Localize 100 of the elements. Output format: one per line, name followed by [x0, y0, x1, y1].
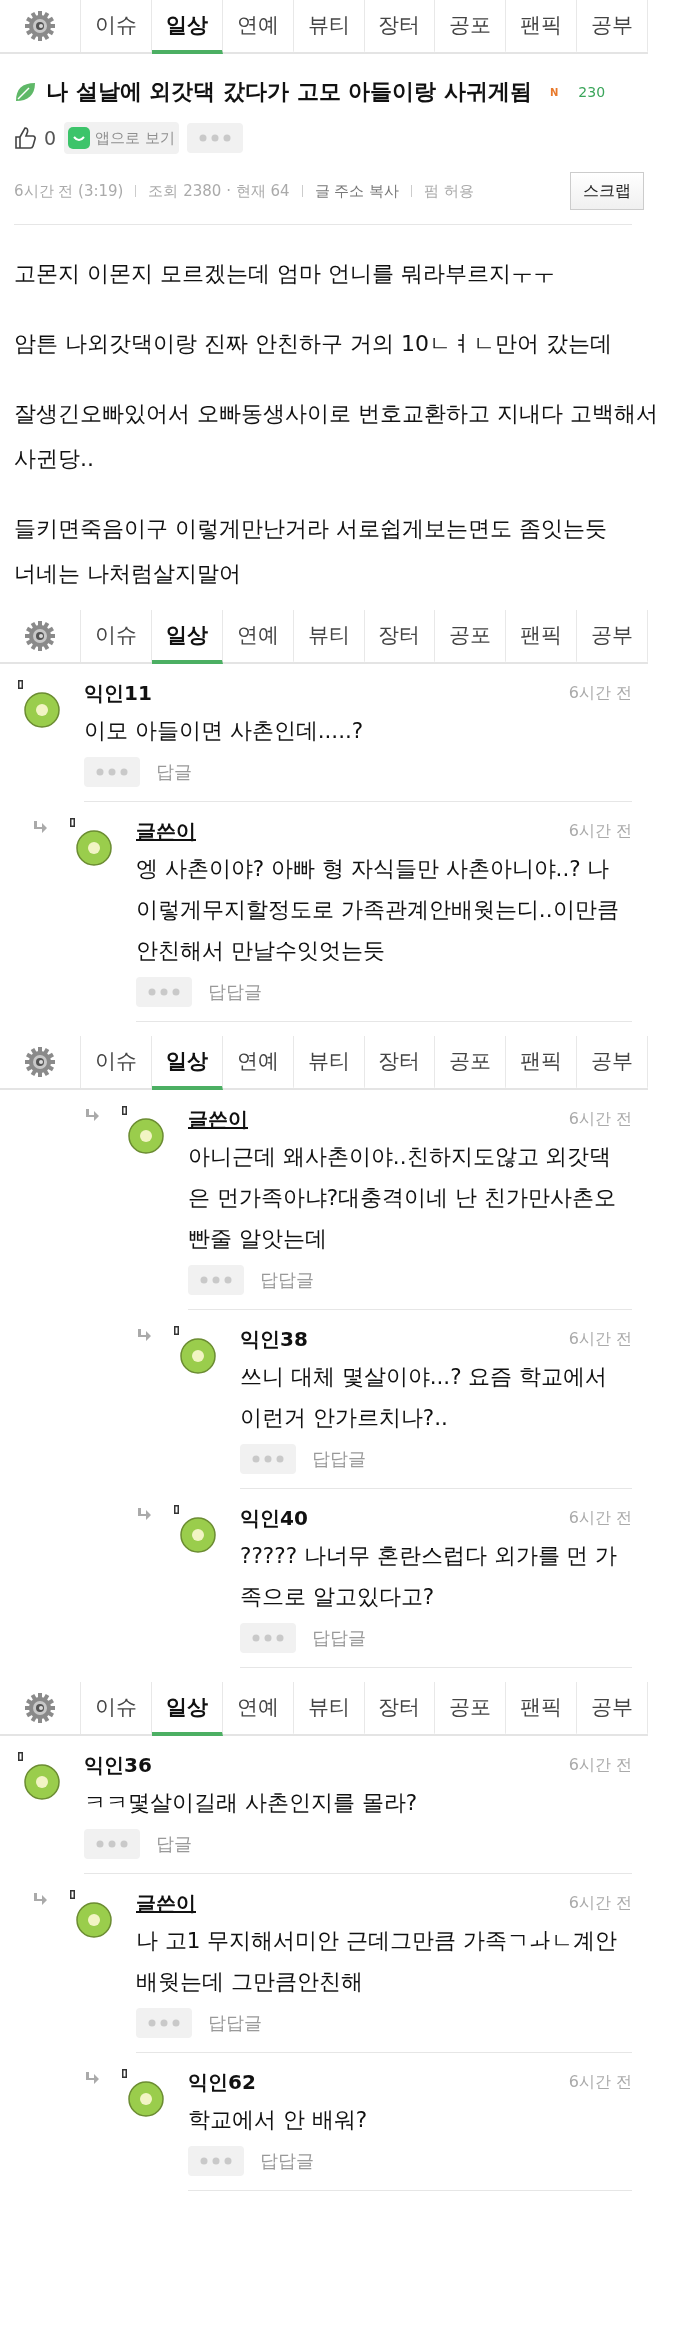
comment-text: 이모 아들이면 사촌인데.....? — [84, 717, 365, 745]
category-tab[interactable]: 팬픽 — [506, 1036, 578, 1090]
like-count: 0 — [44, 127, 57, 149]
category-tab[interactable]: 공포 — [435, 1682, 507, 1736]
category-tab[interactable]: 이슈 — [81, 0, 152, 54]
comment-time: 6시간 전 — [568, 1328, 632, 1350]
settings-icon[interactable] — [24, 1692, 56, 1724]
more-button[interactable] — [240, 1444, 296, 1474]
category-tab[interactable]: 일상 — [151, 1036, 223, 1090]
author-name: 글쓴이 — [136, 1889, 196, 1917]
author-name: 익인11 — [84, 679, 152, 707]
comment-time: 6시간 전 — [568, 1754, 632, 1776]
settings-icon[interactable] — [24, 1046, 56, 1078]
comment-text: 학교에서 안 배워? — [188, 2106, 369, 2134]
small-rectangle-icon — [18, 1752, 23, 1761]
category-tab[interactable]: 팬픽 — [506, 1682, 578, 1736]
category-tab[interactable]: 팬픽 — [506, 610, 578, 664]
body-text: 고몬지 이몬지 모르겠는데 엄마 언니를 뭐라부르지ㅜㅜ — [14, 260, 556, 288]
more-button[interactable] — [186, 123, 243, 153]
dots-icon — [197, 134, 232, 142]
dots-icon — [251, 1634, 285, 1642]
scrap-button[interactable]: 스크랩 — [570, 172, 644, 210]
author-name: 익인36 — [84, 1751, 152, 1779]
avatar-icon — [76, 1902, 112, 1938]
author-name: 익인62 — [188, 2068, 256, 2096]
category-tab[interactable]: 공포 — [435, 610, 507, 664]
small-rectangle-icon — [18, 680, 23, 689]
view-count: 조회 2380 · 현재 64 — [148, 181, 290, 201]
category-tab[interactable]: 장터 — [364, 610, 436, 664]
settings-icon[interactable] — [24, 620, 56, 652]
comment-time: 6시간 전 — [568, 2071, 632, 2093]
category-tab[interactable]: 장터 — [364, 1036, 436, 1090]
category-tab[interactable]: 공부 — [577, 0, 648, 54]
body-text: 너네는 나처럼살지말어 — [14, 560, 242, 588]
category-tab[interactable]: 이슈 — [81, 610, 152, 664]
comment-time: 6시간 전 — [568, 682, 632, 704]
category-tab[interactable]: 뷰티 — [293, 610, 365, 664]
category-tab[interactable]: 연예 — [222, 1682, 294, 1736]
post-time: 6시간 전 (3:19) — [14, 181, 124, 201]
avatar-icon — [128, 1118, 164, 1154]
more-button[interactable] — [188, 2146, 244, 2176]
comment-text: ????? 나너무 혼란스럽다 외가를 먼 가족으로 알고있다고? — [240, 1542, 619, 1611]
category-tab[interactable]: 일상 — [151, 610, 223, 664]
category-tab[interactable]: 공부 — [577, 610, 648, 664]
comment-text: 아니근데 왜사촌이야..친하지도않고 외갓댁은 먼가족아냐?대충격이네 난 친가만사촌오빤줄 알앗는데 — [188, 1143, 617, 1253]
avatar-icon — [24, 692, 60, 728]
body-text: 잘생긴오빠있어서 오빠동생사이로 번호교환하고 지내다 고백해서 사귄당.. — [14, 400, 659, 473]
post-title: 나 설날에 외갓댁 갔다가 고모 아들이랑 사귀게됨 — [46, 78, 532, 106]
category-tab[interactable]: 연예 — [222, 610, 294, 664]
small-rectangle-icon — [174, 1326, 179, 1335]
category-tab[interactable]: 팬픽 — [506, 0, 578, 54]
category-tab[interactable]: 뷰티 — [293, 1036, 365, 1090]
avatar-icon — [24, 1764, 60, 1800]
small-rectangle-icon — [122, 2069, 127, 2078]
category-tab[interactable]: 공포 — [435, 1036, 507, 1090]
comment-time: 6시간 전 — [568, 1108, 632, 1130]
comment-text: 나 고1 무지해서미안 근데그만큼 가족ㄱㅘㄴ계안배웟는데 그만큼안친해 — [136, 1927, 619, 1996]
category-tab[interactable]: 장터 — [364, 1682, 436, 1736]
more-button[interactable] — [136, 977, 192, 1007]
category-tab[interactable]: 연예 — [222, 1036, 294, 1090]
small-rectangle-icon — [70, 818, 75, 827]
settings-icon[interactable] — [24, 10, 56, 42]
category-tab[interactable]: 공부 — [577, 1682, 648, 1736]
avatar-icon — [180, 1338, 216, 1374]
dots-icon — [147, 2019, 181, 2027]
category-tab[interactable]: 연예 — [222, 0, 294, 54]
more-button[interactable] — [84, 1829, 140, 1859]
category-tab[interactable]: 뷰티 — [293, 1682, 365, 1736]
thumbs-up-icon[interactable] — [14, 126, 36, 150]
category-tab[interactable]: 뷰티 — [293, 0, 365, 54]
comment-count: 230 — [578, 84, 606, 100]
repost-permission: 펌 허용 — [424, 181, 474, 201]
reply-arrow-icon — [136, 1508, 152, 1522]
new-label: N — [549, 86, 559, 98]
reply-arrow-icon — [32, 1893, 48, 1907]
comment-text: 엥 사촌이야? 아빠 형 자식들만 사촌아니야..? 나 이렇게무지할정도로 가족관계안배웟는디..이만큼 안친해서 만날수잇엇는듯 — [136, 855, 620, 965]
category-tab[interactable]: 공부 — [577, 1036, 648, 1090]
category-tab[interactable]: 장터 — [364, 0, 436, 54]
category-tab[interactable]: 이슈 — [81, 1682, 152, 1736]
author-name: 글쓴이 — [188, 1105, 248, 1133]
author-name: 익인40 — [240, 1504, 308, 1532]
more-button[interactable] — [188, 1265, 244, 1295]
avatar-icon — [76, 830, 112, 866]
small-rectangle-icon — [70, 1890, 75, 1899]
reply-arrow-icon — [32, 821, 48, 835]
smile-icon — [68, 127, 91, 149]
dots-icon — [199, 1276, 233, 1284]
category-tab[interactable]: 이슈 — [81, 1036, 152, 1090]
category-tab[interactable]: 일상 — [151, 0, 223, 54]
category-tab[interactable]: 일상 — [151, 1682, 223, 1736]
body-text: 들키면죽음이구 이렇게만난거라 서로쉽게보는면도 좀잇는듯 — [14, 515, 608, 543]
more-button[interactable] — [240, 1623, 296, 1653]
category-tab[interactable]: 공포 — [435, 0, 507, 54]
comment-time: 6시간 전 — [568, 1507, 632, 1529]
body-text: 암튼 나외갓댁이랑 진짜 안친하구 거의 10ㄴㅕㄴ만어 갔는데 — [14, 330, 613, 358]
author-name: 익인38 — [240, 1325, 308, 1353]
more-button[interactable] — [136, 2008, 192, 2038]
copy-link[interactable]: 글 주소 복사 — [314, 181, 400, 201]
dots-icon — [199, 2157, 233, 2165]
more-button[interactable] — [84, 757, 140, 787]
